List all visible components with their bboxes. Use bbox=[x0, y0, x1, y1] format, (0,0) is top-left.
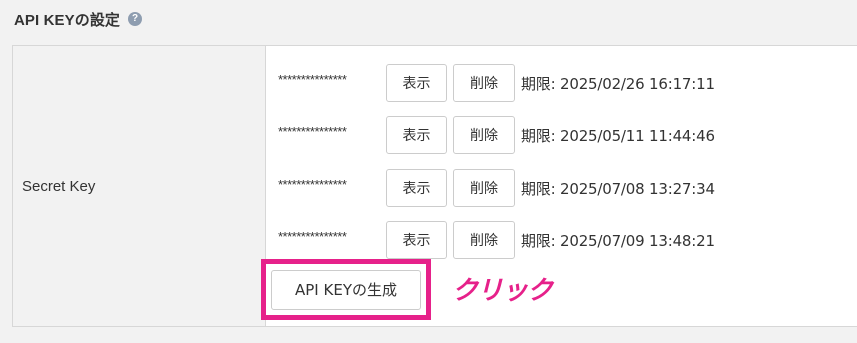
show-button[interactable]: 表示 bbox=[386, 64, 447, 102]
settings-table: Secret Key *************** 表示 削除 期限: 202… bbox=[12, 45, 857, 327]
section-title: API KEYの設定 bbox=[14, 11, 121, 29]
expiry-text: 期限: 2025/05/11 11:44:46 bbox=[521, 126, 715, 145]
masked-key: *************** bbox=[278, 71, 347, 87]
expiry-text: 期限: 2025/07/08 13:27:34 bbox=[521, 179, 715, 198]
show-button[interactable]: 表示 bbox=[386, 221, 447, 259]
section-header: API KEYの設定 ? bbox=[14, 8, 143, 30]
show-button[interactable]: 表示 bbox=[386, 116, 447, 154]
delete-button[interactable]: 削除 bbox=[453, 64, 515, 102]
label-cell: Secret Key bbox=[13, 46, 266, 326]
expiry-text: 期限: 2025/07/09 13:48:21 bbox=[521, 231, 715, 250]
expiry-text: 期限: 2025/02/26 16:17:11 bbox=[521, 74, 715, 93]
masked-key: *************** bbox=[278, 176, 347, 192]
click-annotation: クリック bbox=[452, 276, 553, 306]
secret-key-label: Secret Key bbox=[22, 177, 96, 195]
key-row: *************** 表示 削除 期限: 2025/07/08 13:… bbox=[278, 168, 715, 208]
delete-button[interactable]: 削除 bbox=[453, 116, 515, 154]
generate-api-key-button[interactable]: API KEYの生成 bbox=[271, 269, 421, 310]
key-row: *************** 表示 削除 期限: 2025/07/09 13:… bbox=[278, 220, 715, 260]
highlight-box: API KEYの生成 bbox=[261, 259, 431, 320]
delete-button[interactable]: 削除 bbox=[453, 221, 515, 259]
masked-key: *************** bbox=[278, 228, 347, 244]
key-row: *************** 表示 削除 期限: 2025/05/11 11:… bbox=[278, 115, 715, 155]
masked-key: *************** bbox=[278, 123, 347, 139]
key-row: *************** 表示 削除 期限: 2025/02/26 16:… bbox=[278, 63, 715, 103]
show-button[interactable]: 表示 bbox=[386, 169, 447, 207]
help-icon[interactable]: ? bbox=[128, 12, 143, 26]
delete-button[interactable]: 削除 bbox=[453, 169, 515, 207]
